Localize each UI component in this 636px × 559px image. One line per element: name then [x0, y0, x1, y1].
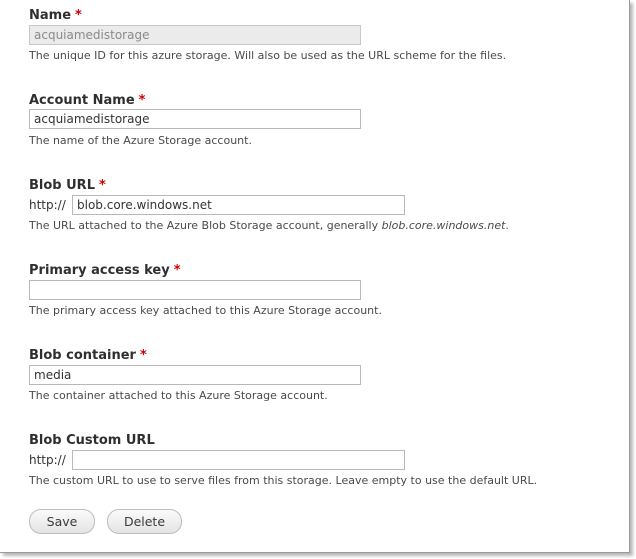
primary-access-key-input[interactable]	[29, 280, 361, 300]
required-marker: *	[138, 93, 146, 108]
blob-container-description: The container attached to this Azure Sto…	[29, 389, 328, 402]
name-input[interactable]: acquiamedistorage	[29, 25, 361, 45]
name-label-text: Name	[29, 8, 72, 23]
blob-custom-url-description: The custom URL to use to serve files fro…	[29, 474, 538, 487]
blob-url-prefix: http://	[29, 198, 66, 212]
primary-access-key-field: Primary access key * The primary access k…	[29, 263, 382, 317]
blob-custom-url-input[interactable]	[72, 450, 405, 470]
blob-url-label: Blob URL *	[29, 178, 106, 194]
blob-url-label-text: Blob URL	[29, 178, 95, 193]
account-name-field: Account Name * acquiamedistorage The name…	[29, 93, 361, 147]
blob-container-label-text: Blob container	[29, 348, 136, 363]
blob-container-field: Blob container * media The container atta…	[29, 348, 361, 402]
required-marker: *	[75, 8, 82, 23]
form-panel: Name * acquiamedistorage The unique ID fo…	[0, 0, 630, 553]
account-name-label-text: Account Name	[29, 93, 135, 108]
blob-url-description: The URL attached to the Azure Blob Stora…	[29, 219, 509, 233]
account-name-label: Account Name *	[29, 93, 145, 109]
account-name-description: The name of the Azure Storage account.	[29, 134, 252, 147]
primary-access-key-label: Primary access key *	[29, 263, 181, 279]
name-description: The unique ID for this azure storage. Wi…	[29, 49, 507, 62]
blob-url-field: Blob URL * http:// blob.core.windows.net …	[29, 178, 509, 232]
account-name-input[interactable]: acquiamedistorage	[29, 109, 361, 129]
required-marker: *	[173, 263, 181, 278]
blob-url-input[interactable]: blob.core.windows.net	[72, 195, 405, 215]
primary-access-key-description: The primary access key attached to this …	[29, 304, 382, 317]
blob-container-input[interactable]: media	[29, 365, 361, 385]
blob-custom-url-field: Blob Custom URL http:// The custom URL t…	[29, 433, 537, 487]
blob-custom-url-prefix: http://	[29, 453, 66, 467]
blob-container-label: Blob container *	[29, 348, 147, 364]
required-marker: *	[98, 178, 106, 193]
save-button[interactable]: Save	[29, 509, 95, 534]
blob-url-description-end: .	[505, 219, 509, 232]
name-label: Name *	[29, 8, 82, 24]
primary-access-key-label-text: Primary access key	[29, 263, 170, 278]
required-marker: *	[139, 348, 147, 363]
blob-url-description-text: The URL attached to the Azure Blob Stora…	[29, 219, 382, 232]
blob-url-description-example: blob.core.windows.net	[381, 219, 506, 232]
name-field: Name * acquiamedistorage The unique ID fo…	[29, 8, 506, 62]
blob-custom-url-label: Blob Custom URL	[29, 433, 155, 448]
delete-button[interactable]: Delete	[107, 509, 182, 534]
